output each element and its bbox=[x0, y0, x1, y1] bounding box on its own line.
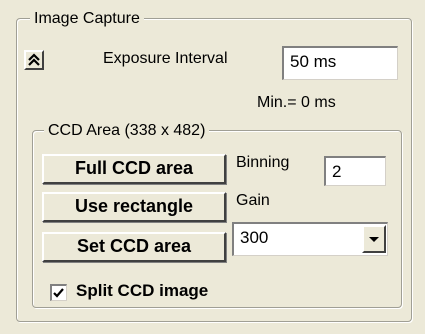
binning-label: Binning bbox=[236, 154, 290, 171]
exposure-interval-input[interactable]: 50 ms bbox=[282, 46, 398, 80]
collapse-button[interactable] bbox=[24, 50, 44, 70]
use-rectangle-button[interactable]: Use rectangle bbox=[42, 192, 226, 222]
gain-dropdown-button[interactable] bbox=[362, 225, 386, 253]
split-ccd-image-checkbox[interactable] bbox=[50, 284, 67, 301]
dropdown-arrow-icon bbox=[369, 237, 379, 242]
gain-select[interactable]: 300 bbox=[232, 222, 388, 256]
checkmark-icon bbox=[53, 288, 64, 298]
image-capture-legend: Image Capture bbox=[30, 10, 144, 28]
gain-label: Gain bbox=[236, 192, 270, 209]
full-ccd-area-button[interactable]: Full CCD area bbox=[42, 154, 226, 184]
ccd-area-legend: CCD Area (338 x 482) bbox=[44, 122, 210, 140]
split-ccd-image-label: Split CCD image bbox=[76, 281, 209, 300]
min-exposure-label: Min.= 0 ms bbox=[257, 94, 336, 111]
exposure-interval-label: Exposure Interval bbox=[103, 50, 228, 67]
gain-select-value: 300 bbox=[240, 228, 269, 247]
double-chevron-up-icon bbox=[28, 53, 40, 66]
binning-input[interactable]: 2 bbox=[324, 156, 386, 186]
image-capture-panel: Image Capture Exposure Interval 50 ms Mi… bbox=[0, 0, 426, 334]
set-ccd-area-button[interactable]: Set CCD area bbox=[42, 232, 226, 262]
